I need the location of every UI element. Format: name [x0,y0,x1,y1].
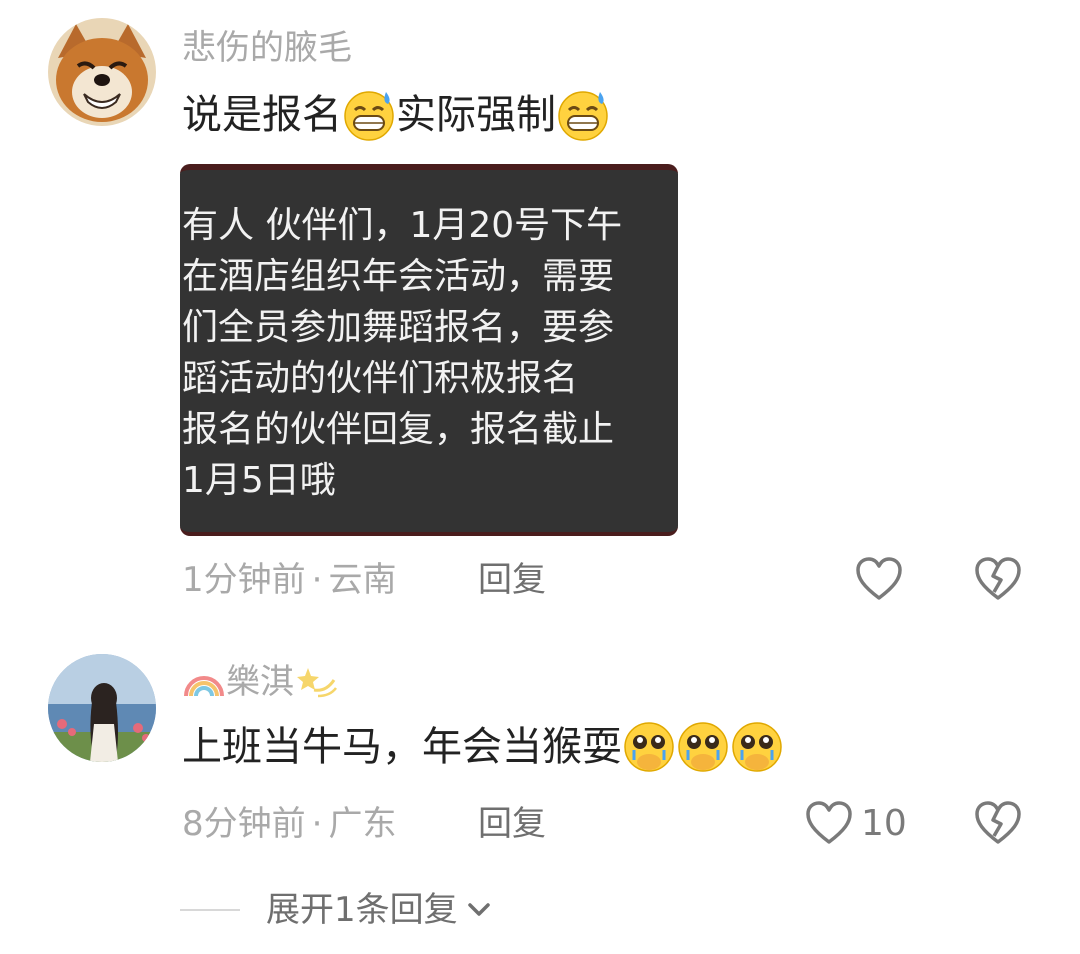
timestamp: 1分钟前 [182,560,306,600]
divider-line [180,909,240,911]
pleading-cry-emoji-icon [678,722,728,772]
username[interactable]: 悲伤的腋毛 [182,26,352,70]
comment-text-part: 实际强制 [396,92,556,138]
comment-text: 上班当牛马，年会当猴耍 [182,720,784,774]
dislike-button[interactable] [974,556,1022,606]
sweat-smile-emoji-icon [558,91,608,141]
girl-avatar-icon [48,654,156,762]
broken-heart-icon [975,801,1021,844]
location: 广东 [328,804,397,844]
expand-replies-label: 展开1条回复 [266,890,458,930]
expand-replies-button[interactable]: 展开1条回复 [180,888,494,932]
reply-button[interactable]: 回复 [478,802,546,846]
location: 云南 [328,560,397,600]
broken-heart-icon [975,557,1021,600]
rainbow-icon [184,676,224,697]
image-text: 有人 伙伴们，1月20号下午 在酒店组织年会活动，需要 们全员参加舞蹈报名，要参… [182,200,678,506]
like-button[interactable]: 10 [805,800,907,846]
username-text: 樂淇 [226,662,294,702]
image-text-line: 们全员参加舞蹈报名，要参 [182,307,615,348]
shiba-avatar-icon [48,18,156,126]
comment-meta: 8分钟前 · 广东 [182,802,396,846]
reply-button[interactable]: 回复 [478,558,546,602]
comment-section: 悲伤的腋毛 说是报名 实际强制 有人 伙伴们，1月20号下午 在酒店组织年会活动… [0,0,1080,954]
separator: · [311,804,323,844]
dislike-button[interactable] [974,800,1022,850]
comment-text-part: 说是报名 [182,92,342,138]
comment-image[interactable]: 有人 伙伴们，1月20号下午 在酒店组织年会活动，需要 们全员参加舞蹈报名，要参… [180,164,678,536]
comment-meta: 1分钟前 · 云南 [182,558,396,602]
username[interactable]: 樂淇 [182,660,340,704]
avatar[interactable] [48,18,156,126]
pleading-cry-emoji-icon [732,722,782,772]
timestamp: 8分钟前 [182,804,306,844]
image-text-line: 蹈活动的伙伴们积极报名 [182,358,579,399]
chevron-down-icon [467,903,490,916]
like-button[interactable] [855,556,903,602]
comment-text-body: 上班当牛马，年会当猴耍 [182,724,622,770]
like-count: 10 [861,802,907,844]
dizzy-star-icon [297,668,337,698]
separator: · [311,560,323,600]
sweat-smile-emoji-icon [344,91,394,141]
avatar[interactable] [48,654,156,762]
image-text-line: 在酒店组织年会活动，需要 [182,256,615,297]
heart-outline-icon [856,557,902,600]
image-text-line: 1月5日哦 [182,460,336,501]
comment-text: 说是报名 实际强制 [182,88,610,142]
image-text-line: 报名的伙伴回复，报名截止 [182,409,615,450]
heart-outline-icon [806,801,852,844]
image-text-line: 有人 伙伴们，1月20号下午 [182,205,623,246]
pleading-cry-emoji-icon [624,722,674,772]
